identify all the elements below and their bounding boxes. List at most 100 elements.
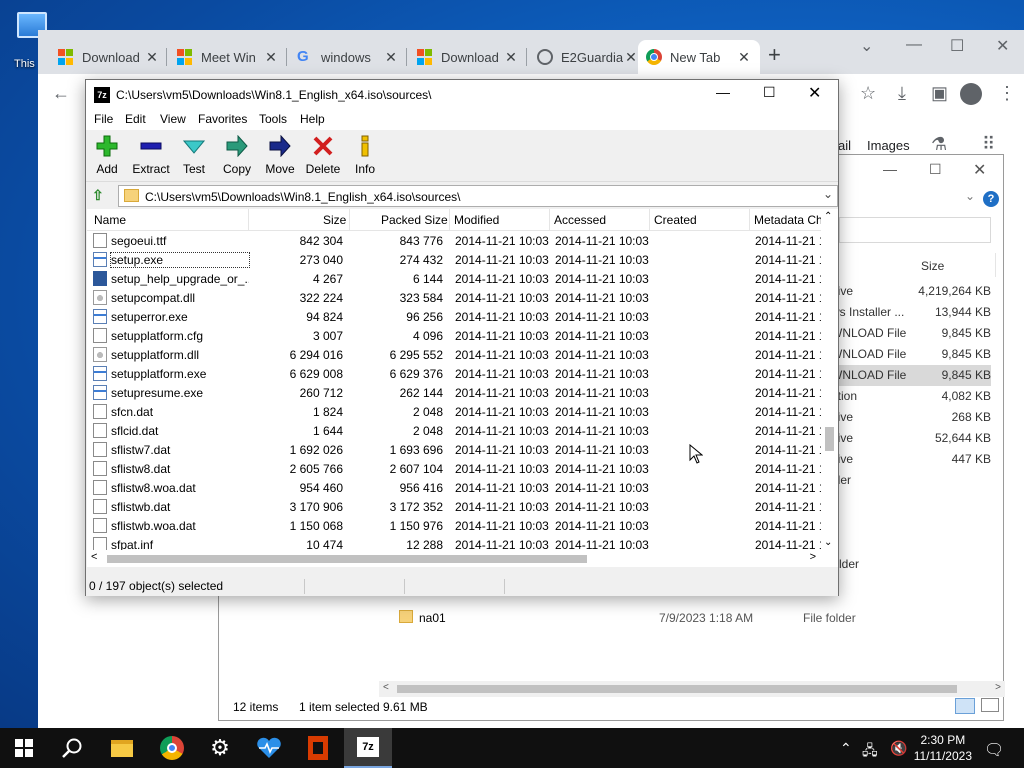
scroll-left-icon[interactable]: < [91,551,97,563]
list-item[interactable]: hive 447 KB [831,449,991,470]
menu-tools[interactable]: Tools [259,112,287,126]
close-tab-icon[interactable]: ✕ [736,49,752,66]
size-column-header[interactable]: Size [921,259,944,273]
menu-favorites[interactable]: Favorites [198,112,247,126]
search-button[interactable] [48,728,96,768]
file-row[interactable]: setuperror.exe 94 824 96 256 2014-11-21 10:… [87,307,825,326]
column-packed-size[interactable]: Packed Size [381,213,448,227]
list-item-selected[interactable]: WNLOAD File 9,845 KB [831,365,991,386]
close-tab-icon[interactable]: ✕ [263,49,279,66]
path-combobox[interactable]: C:\Users\vm5\Downloads\Win8.1_English_x6… [118,185,838,207]
column-metadata[interactable]: Metadata Ch [754,213,822,227]
column-size[interactable]: Size [323,213,346,227]
title-bar[interactable]: 7z C:\Users\vm5\Downloads\Win8.1_English… [86,80,838,110]
copy-button[interactable]: Copy [214,134,260,176]
close-button[interactable]: ✕ [996,36,1009,56]
network-icon[interactable]: 🖧 [862,740,878,764]
show-hidden-icons-chevron-icon[interactable]: ⌃ [840,740,852,757]
list-item[interactable]: WNLOAD File 9,845 KB [831,323,991,344]
maximize-button[interactable]: ☐ [929,161,942,178]
file-row[interactable]: setupplatform.dll 6 294 016 6 295 552 2014-… [87,345,825,364]
list-item[interactable]: ation 4,082 KB [831,386,991,407]
file-row[interactable]: sflistwb.woa.dat 1 150 068 1 150 976 2014-1… [87,516,825,535]
close-button[interactable]: ✕ [808,83,821,103]
scrollbar-thumb[interactable] [107,555,587,563]
menu-view[interactable]: View [160,112,186,126]
horizontal-scrollbar[interactable]: < > [87,550,838,567]
tiles-view-icon[interactable] [981,698,999,712]
vertical-scrollbar[interactable]: ⌃ ⌄ [821,209,838,550]
start-button[interactable] [0,728,48,768]
delete-button[interactable]: Delete [300,134,346,176]
close-tab-icon[interactable]: ✕ [383,49,399,66]
test-button[interactable]: Test [171,134,217,176]
menu-edit[interactable]: Edit [125,112,146,126]
menu-file[interactable]: File [94,112,113,126]
file-row[interactable]: sfpat.inf 10 474 12 288 2014-11-21 10:03 201… [87,535,825,550]
new-tab-button[interactable]: + [768,42,781,68]
apps-grid-icon[interactable]: ⠿ [982,134,995,155]
minimize-button[interactable]: — [716,84,730,100]
system-clock[interactable]: 2:30 PM 11/11/2023 [914,732,972,764]
settings-taskbar-button[interactable]: ⚙ [196,728,244,768]
chevron-down-icon[interactable]: ⌄ [860,36,873,56]
close-tab-icon[interactable]: ✕ [623,49,639,66]
column-created[interactable]: Created [654,213,697,227]
scroll-up-icon[interactable]: ⌃ [824,211,832,222]
column-accessed[interactable]: Accessed [554,213,606,227]
chevron-down-icon[interactable]: ⌄ [823,187,833,201]
office-taskbar-button[interactable] [294,728,342,768]
tab-download-1[interactable]: Download ✕ [50,40,168,74]
file-row[interactable]: segoeui.ttf 842 304 843 776 2014-11-21 10:0… [87,231,825,250]
close-tab-icon[interactable]: ✕ [503,49,519,66]
maximize-button[interactable]: ☐ [950,36,964,56]
star-icon[interactable]: ☆ [860,83,876,104]
tab-new-tab[interactable]: New Tab ✕ [638,40,760,74]
download-icon[interactable]: ⤓ [898,83,906,104]
file-row[interactable]: sflistwb.dat 3 170 906 3 172 352 2014-11-21… [87,497,825,516]
file-row[interactable]: sflistw8.woa.dat 954 460 956 416 2014-11-21… [87,478,825,497]
gmail-link[interactable]: ail [838,138,851,153]
profile-avatar-icon[interactable] [960,83,982,105]
back-arrow-icon[interactable]: ← [52,83,70,104]
file-row[interactable]: sflistw8.dat 2 605 766 2 607 104 2014-11-21… [87,459,825,478]
file-row[interactable]: setup.exe 273 040 274 432 2014-11-21 10:03 2… [87,250,825,269]
minimize-button[interactable]: — [906,36,922,54]
file-row[interactable]: setupresume.exe 260 712 262 144 2014-11-21 … [87,383,825,402]
file-row[interactable]: setupcompat.dll 322 224 323 584 2014-11-21 … [87,288,825,307]
tab-e2guardian[interactable]: E2Guardia ✕ [529,40,647,74]
list-item[interactable]: hive 4,219,264 KB [831,281,991,302]
chevron-down-icon[interactable]: ⌄ [965,189,975,203]
add-button[interactable]: Add [84,134,130,176]
column-name[interactable]: Name [94,213,126,227]
list-item[interactable]: WNLOAD File 9,845 KB [831,344,991,365]
scrollbar-thumb[interactable] [825,427,834,451]
scroll-down-icon[interactable]: ⌄ [824,537,832,548]
volume-muted-icon[interactable]: 🔇 [890,740,907,757]
up-folder-icon[interactable]: ⇧ [92,187,108,203]
health-monitor-taskbar-button[interactable] [245,728,293,768]
folder-row-na01[interactable]: na01 7/9/2023 1:18 AM File folder [395,607,995,629]
minimize-button[interactable]: — [883,161,897,177]
file-explorer-taskbar-button[interactable] [98,728,146,768]
column-modified[interactable]: Modified [454,213,499,227]
list-item[interactable]: hive 268 KB [831,407,991,428]
maximize-button[interactable]: ☐ [763,84,776,101]
tab-google-windows[interactable]: G windows ✕ [289,40,407,74]
labs-flask-icon[interactable]: ⚗ [931,134,947,155]
info-button[interactable]: Info [342,134,388,176]
chrome-taskbar-button[interactable] [148,728,196,768]
close-tab-icon[interactable]: ✕ [144,49,160,66]
menu-help[interactable]: Help [300,112,325,126]
scroll-right-icon[interactable]: > [810,551,816,563]
7zip-taskbar-button[interactable]: 7z [344,728,392,768]
notifications-icon[interactable]: 🗨 [984,740,1004,760]
file-row[interactable]: setupplatform.exe 6 629 008 6 629 376 2014-… [87,364,825,383]
images-link[interactable]: Images [867,138,910,153]
extract-button[interactable]: Extract [128,134,174,176]
file-row[interactable]: setup_help_upgrade_or_... 4 267 6 144 2014-… [87,269,825,288]
tab-download-2[interactable]: Download ✕ [409,40,527,74]
more-menu-icon[interactable]: ⋮ [998,83,1016,104]
file-row[interactable]: sflcid.dat 1 644 2 048 2014-11-21 10:03 2014… [87,421,825,440]
move-button[interactable]: Move [257,134,303,176]
